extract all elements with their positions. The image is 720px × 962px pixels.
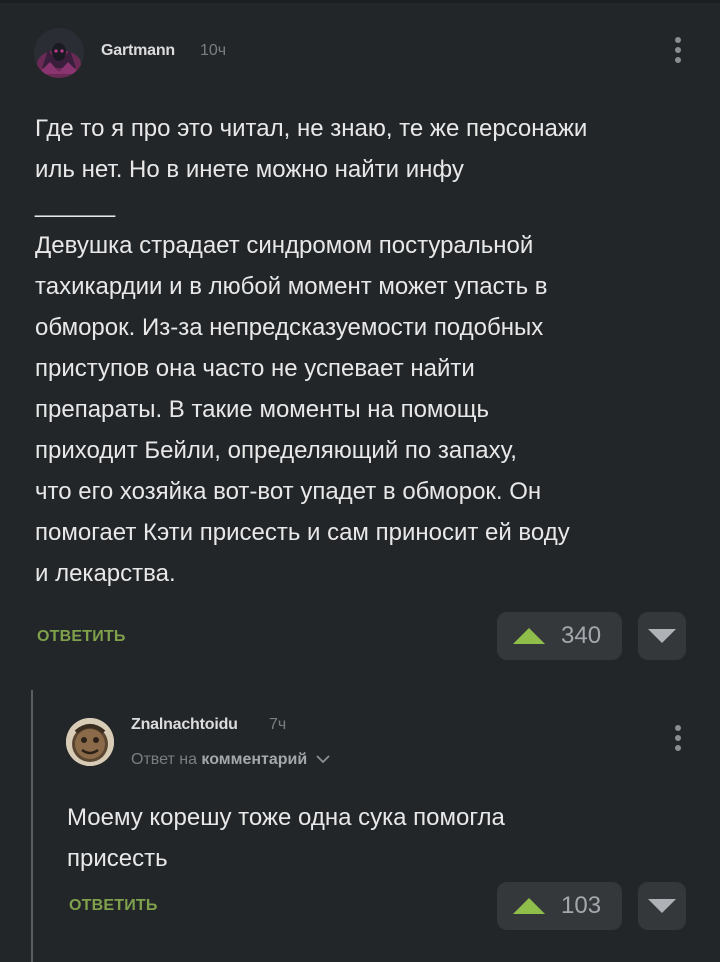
downvote-button[interactable] [638,882,686,930]
comment-time: 10ч [200,42,227,59]
arrow-up-icon [513,898,545,914]
more-vertical-icon[interactable] [668,33,688,67]
comment-line: приступов она часто не успевает найти [35,355,475,382]
reply-to-prefix: Ответ на [131,751,197,768]
comment-line: помогает Кэти присесть и сам приносит ей… [35,519,570,546]
more-vertical-icon[interactable] [668,721,688,755]
arrow-up-icon [513,628,545,644]
reply-button[interactable]: ОТВЕТИТЬ [69,897,158,915]
rating-count: 340 [561,622,602,649]
comment-line: препараты. В такие моменты на помощь [35,396,490,423]
reply-to-info[interactable]: Ответ на комментарий [131,751,330,769]
rating-count: 103 [561,892,602,919]
chevron-down-icon [316,755,330,764]
comment-body: Моему корешу тоже одна сука помогла прис… [67,797,505,879]
comment-line: приходит Бейли, определяющий по запаху, [35,437,517,464]
reply-to-target[interactable]: комментарий [201,751,307,768]
comment-line: Моему корешу тоже одна сука помогла [67,804,505,831]
comment-author[interactable]: Gartmann [101,42,175,60]
comment-line: присесть [67,845,168,872]
comment-line: Девушка страдает синдромом постуральной [35,232,534,259]
comment-line: тахикардии и в любой момент может упасть… [35,273,548,300]
arrow-down-icon [648,629,676,643]
comment-author[interactable]: Znalnachtoidu [131,716,238,734]
comment-reply: Znalnachtoidu 7ч Ответ на комментарий Мо… [0,690,720,962]
comment-line: и лекарства. [35,560,176,587]
arrow-down-icon [648,899,676,913]
downvote-button[interactable] [638,612,686,660]
comment-line: что его хозяйка вот-вот упадет в обморок… [35,478,542,505]
upvote-button[interactable]: 103 [497,882,622,930]
comment-line: Где то я про это читал, не знаю, те же п… [35,115,588,142]
comment-body: Где то я про это читал, не знаю, те же п… [35,108,587,594]
comment-line: ______ [35,191,116,218]
avatar[interactable] [34,28,84,78]
comment-line: обморок. Из-за непредсказуемости подобны… [35,314,544,341]
reply-button[interactable]: ОТВЕТИТЬ [37,628,126,646]
avatar[interactable] [66,718,114,766]
upvote-button[interactable]: 340 [497,612,622,660]
comment: Gartmann 10ч Где то я про это читал, не … [0,0,720,690]
comment-time: 7ч [269,716,287,733]
